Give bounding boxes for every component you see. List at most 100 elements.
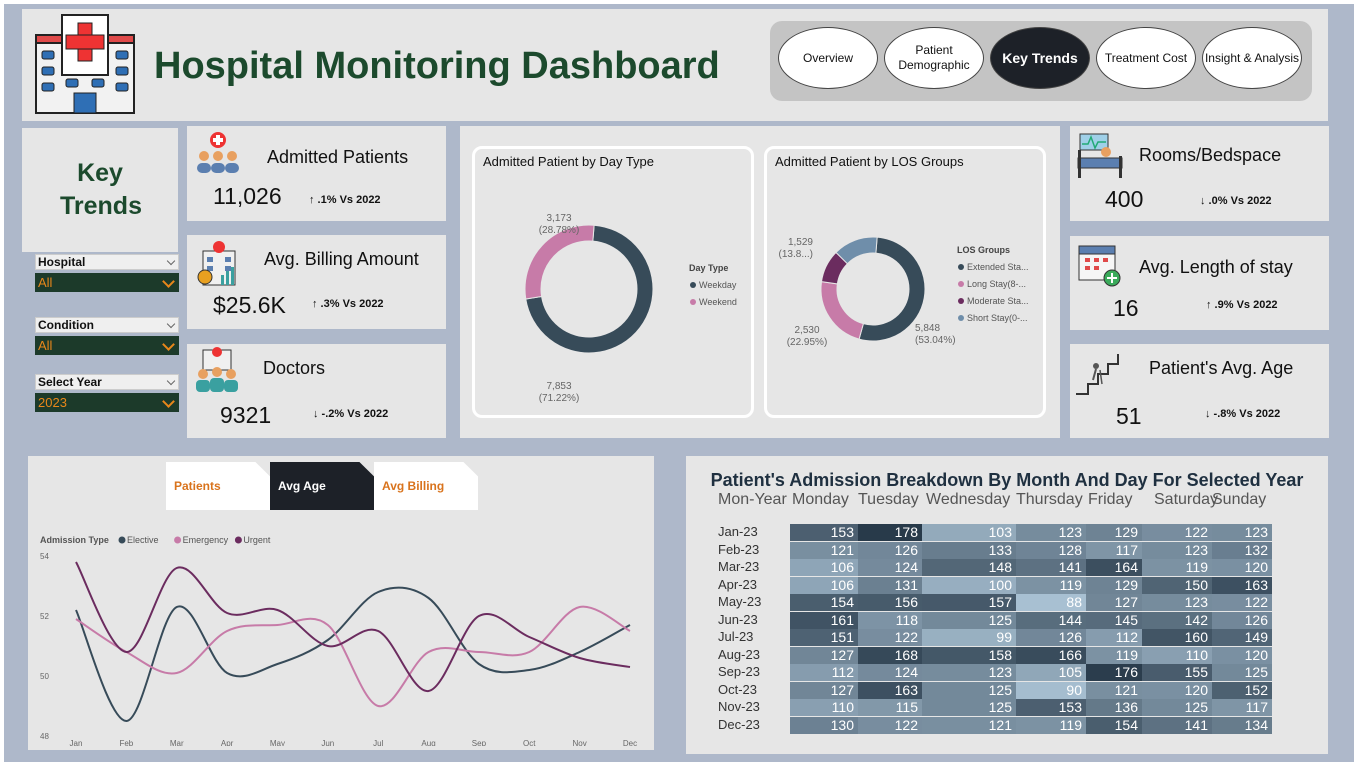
heatmap-cell: 106 (790, 559, 858, 576)
heatmap-cell: 125 (922, 681, 1016, 699)
kpi-change: ↑ .9% Vs 2022 (1206, 299, 1278, 311)
filter-dropdown[interactable]: All (35, 273, 179, 292)
x-tick-label: Feb (119, 739, 133, 746)
heatmap-panel: Patient's Admission Breakdown By Month A… (686, 456, 1328, 754)
x-tick-label: Aug (421, 739, 435, 746)
kpi-change: ↑ .1% Vs 2022 (309, 194, 381, 206)
x-tick-label: Nov (573, 739, 587, 746)
donut-slice (820, 281, 864, 340)
heatmap-cell: 117 (1212, 699, 1272, 716)
filter-label: Select Year (35, 374, 179, 390)
condition-filter[interactable]: Condition All (35, 317, 179, 355)
nav-overview-button[interactable]: Overview (778, 27, 878, 89)
heatmap-cell: 158 (922, 646, 1016, 664)
heatmap-column-header: Friday (1088, 491, 1133, 508)
heatmap-cell: 120 (1212, 559, 1272, 576)
day-type-chart: Admitted Patient by Day Type 7,853 (71.22… (472, 146, 754, 418)
day-type-donut: 7,853(71.22%) 3,173(28.78%) Day Type Weekda… (524, 213, 737, 404)
kpi-label: Avg. Length of stay (1139, 257, 1293, 277)
hospital-filter[interactable]: Hospital All (35, 254, 179, 292)
slice-pct-label: (53.04%) (915, 335, 956, 346)
legend-marker (174, 536, 182, 544)
legend-item: Short Stay(0-... (967, 313, 1028, 323)
heatmap-cell: 119 (1016, 576, 1086, 594)
heatmap-cell: 123 (1016, 524, 1086, 541)
heatmap-cell: 119 (1086, 646, 1142, 664)
legend-marker (958, 281, 964, 287)
dashboard: Hospital Monitoring Dashboard Overview P… (4, 4, 1354, 762)
heatmap-cell: 112 (1086, 629, 1142, 646)
legend-title: Admission Type (40, 535, 109, 545)
heatmap-cell: 145 (1086, 611, 1142, 629)
heatmap-cell: 119 (1016, 716, 1086, 734)
heatmap-row-label: Feb-23 (718, 541, 760, 557)
tab-avg-billing[interactable]: Avg Billing (374, 462, 478, 510)
x-tick-label: Jan (70, 739, 83, 746)
slice-value-label: 5,848 (915, 323, 940, 334)
kpi-value: 51 (1116, 403, 1142, 429)
y-tick-label: 52 (40, 612, 49, 621)
tab-avg-age[interactable]: Avg Age (270, 462, 374, 510)
heatmap-cell: 88 (1016, 594, 1086, 611)
heatmap-cell: 117 (1086, 541, 1142, 559)
kpi-value: $25.6K (213, 292, 286, 318)
legend-item: Weekend (699, 297, 737, 307)
section-title: Key Trends (22, 128, 178, 252)
heatmap-cell: 127 (1086, 594, 1142, 611)
legend-item: Emergency (183, 535, 229, 545)
heatmap-cell: 122 (858, 716, 922, 734)
nav-patient-demographic-button[interactable]: Patient Demographic (884, 27, 984, 89)
legend-item: Moderate Sta... (967, 296, 1029, 306)
y-tick-label: 50 (40, 672, 49, 681)
heatmap-column-header: Saturday (1154, 491, 1219, 508)
filter-dropdown[interactable]: All (35, 336, 179, 355)
heatmap-column-header: Thursday (1016, 491, 1083, 508)
header: Hospital Monitoring Dashboard Overview P… (22, 9, 1328, 121)
kpi-change: ↓ .0% Vs 2022 (1200, 195, 1272, 207)
hospital-logo-icon (34, 13, 136, 120)
heatmap-row-label: Oct-23 (718, 681, 758, 697)
heatmap-cell: 122 (1142, 524, 1212, 541)
doctors-icon (193, 344, 241, 397)
chart-title: Admitted Patient by LOS Groups (775, 154, 964, 169)
kpi-label: Admitted Patients (267, 147, 409, 167)
slice-pct-label: (71.22%) (539, 393, 580, 404)
heatmap-cell: 110 (1142, 646, 1212, 664)
tab-patients[interactable]: Patients (166, 462, 270, 510)
heatmap-cell: 136 (1086, 699, 1142, 716)
heatmap-cell: 125 (1212, 664, 1272, 681)
heatmap-cell: 160 (1142, 629, 1212, 646)
heatmap-cell: 121 (922, 716, 1016, 734)
heatmap-cell: 122 (1212, 594, 1272, 611)
nav-treatment-cost-button[interactable]: Treatment Cost (1096, 27, 1196, 89)
heatmap-cell: 151 (790, 629, 858, 646)
heatmap-cell: 123 (1212, 524, 1272, 541)
heatmap-cell: 130 (790, 716, 858, 734)
stairs-icon (1074, 350, 1122, 403)
heatmap-cell: 99 (922, 629, 1016, 646)
heatmap-cell: 126 (1212, 611, 1272, 629)
heatmap-cell: 105 (1016, 664, 1086, 681)
nav-key-trends-button[interactable]: Key Trends (990, 27, 1090, 89)
donut-panel: Admitted Patient by Day Type 7,853 (71.22… (460, 126, 1060, 438)
donut-slice (524, 224, 595, 300)
x-tick-label: Dec (623, 739, 637, 746)
heatmap-cell: 127 (790, 681, 858, 699)
heatmap-cell: 103 (922, 524, 1016, 541)
x-tick-label: Oct (523, 739, 536, 746)
heatmap-cell: 129 (1086, 524, 1142, 541)
slice-value-label: 2,530 (794, 325, 819, 336)
kpi-value: 9321 (220, 402, 272, 428)
year-filter[interactable]: Select Year 2023 (35, 374, 179, 412)
heatmap-cell: 120 (1212, 646, 1272, 664)
filter-dropdown[interactable]: 2023 (35, 393, 179, 412)
heatmap-column-header: Monday (792, 491, 849, 508)
heatmap-cell: 134 (1212, 716, 1272, 734)
heatmap-cell: 141 (1142, 716, 1212, 734)
heatmap-cell: 152 (1212, 681, 1272, 699)
slice-pct-label: (22.95%) (787, 337, 828, 348)
nav-insight-analysis-button[interactable]: Insight & Analysis (1202, 27, 1302, 89)
legend-title: Day Type (689, 263, 728, 273)
kpi-admitted-patients: Admitted Patients 11,026 ↑ .1% Vs 2022 (187, 126, 446, 221)
heatmap-cell: 157 (922, 594, 1016, 611)
